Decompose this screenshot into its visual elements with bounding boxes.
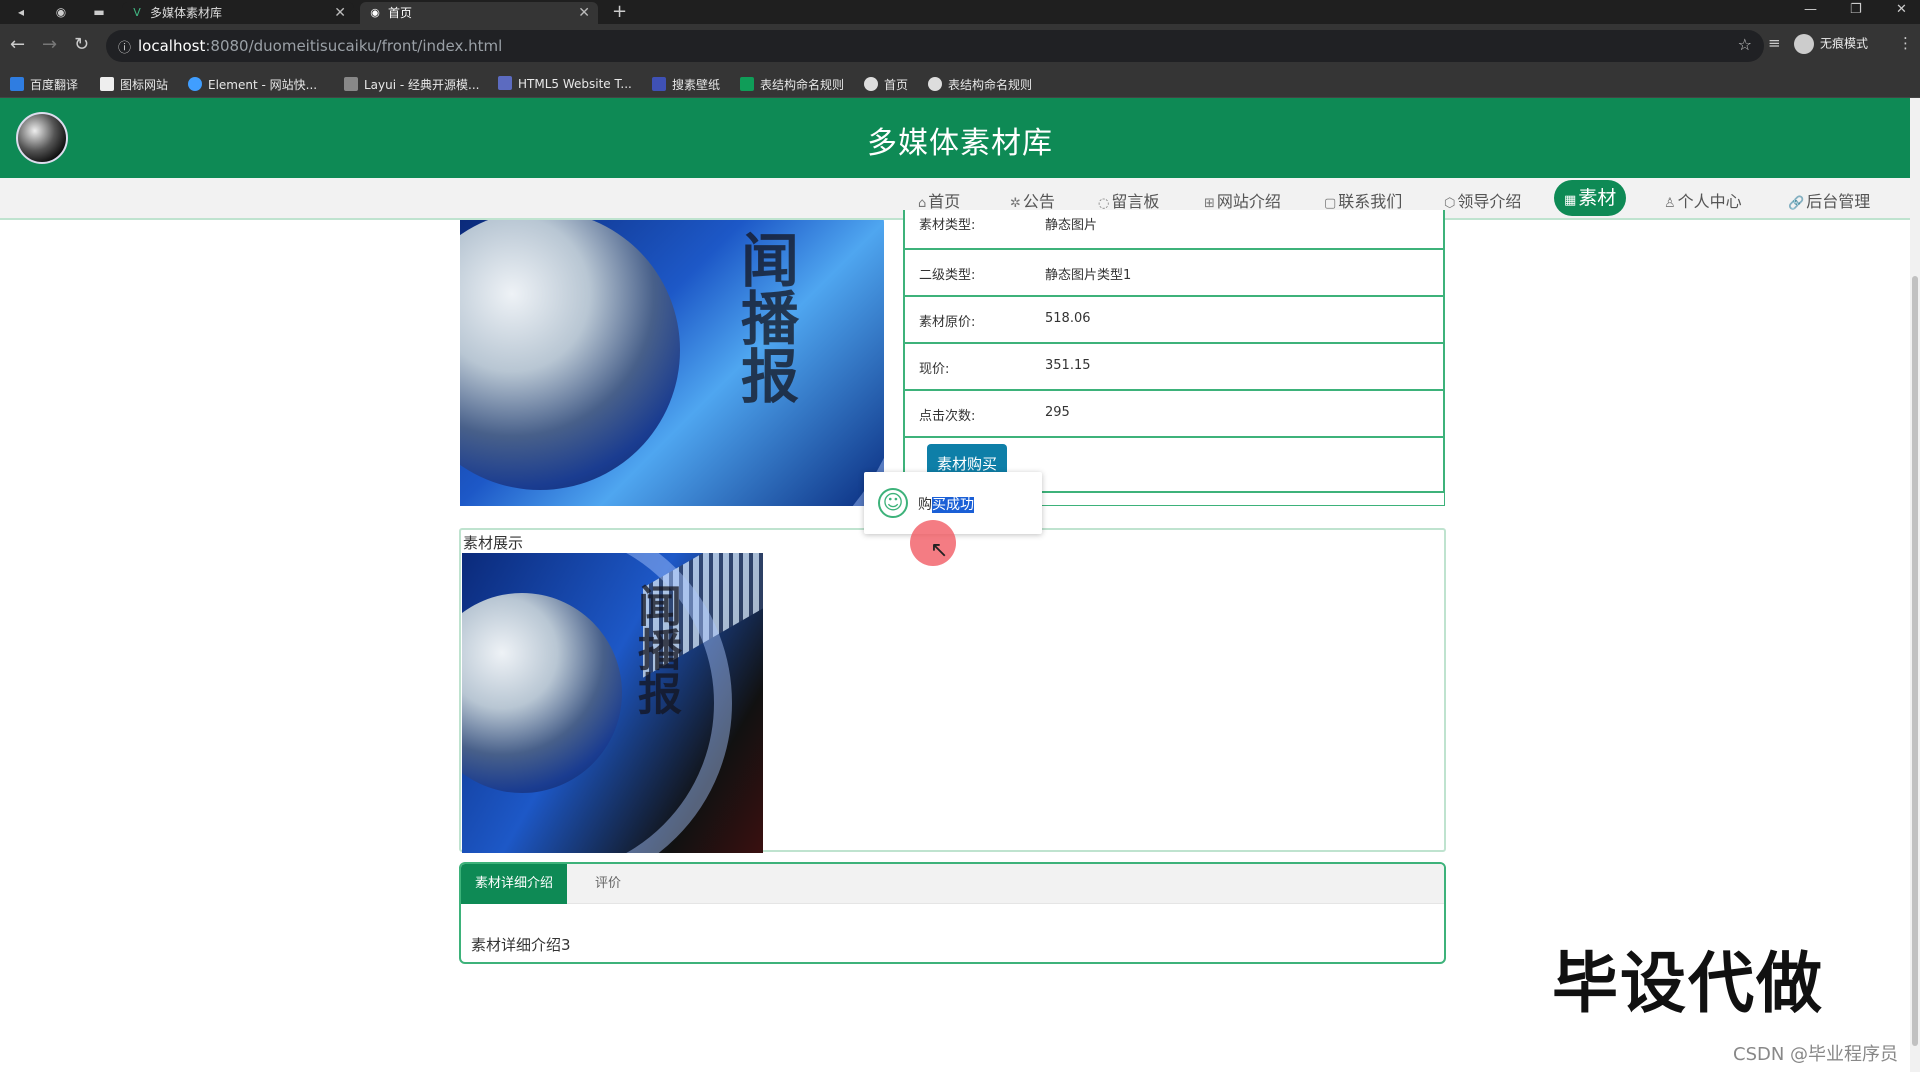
reading-list-icon[interactable]: ≡ [1768,34,1781,52]
message-icon: ◌ [1098,196,1110,211]
info-row: 素材原价: 518.06 [903,297,1445,344]
incognito-indicator[interactable]: 无痕模式 [1794,34,1868,54]
nav-personal-center[interactable]: ♙ 个人中心 [1664,188,1742,212]
bookmark-item[interactable]: HTML5 Website T... [498,76,632,91]
bookmarks-bar: 百度翻译 图标网站 Element - 网站快... Layui - 经典开源模… [0,68,1920,98]
nav-message-board[interactable]: ◌ 留言板 [1098,188,1159,212]
info-row: 点击次数: 295 [903,391,1445,438]
bookmark-item[interactable]: 图标网站 [100,76,168,93]
watermark-big: 毕设代做 [1552,945,1824,1022]
smile-icon: ☺ [878,488,908,518]
info-row: 二级类型: 静态图片类型1 [903,250,1445,297]
nav-home[interactable]: ⌂ 首页 [918,188,960,212]
reload-icon[interactable]: ↻ [74,34,89,55]
cube-icon: ⬡ [1444,196,1456,211]
info-row: 素材类型: 静态图片 [903,210,1445,250]
menu-icon[interactable]: ⋮ [1898,34,1913,52]
toast-message: 购买成功 [918,497,974,513]
user-icon: ♙ [1664,196,1676,211]
vue-icon: V [133,6,141,19]
showcase-thumbnail[interactable]: 闻播报 [462,553,763,853]
nav-site-intro[interactable]: ⊞ 网站介绍 [1204,188,1281,212]
nav-announcements[interactable]: ✲ 公告 [1010,188,1055,212]
contact-icon: ▢ [1324,196,1337,211]
globe-icon: ◉ [370,6,380,19]
bookmark-item[interactable]: Layui - 经典开源模... [344,76,479,93]
material-main-image: 闻播报 [460,220,884,506]
tab-material-detail[interactable]: 素材详细介绍 [461,864,568,904]
back-icon[interactable]: ← [10,34,25,55]
bookmark-item[interactable]: Element - 网站快... [188,76,317,93]
watermark-small: CSDN @毕业程序员 [1733,1044,1899,1065]
scrollbar-thumb[interactable] [1912,276,1918,1046]
window-icon[interactable]: ▬ [90,3,108,21]
browser-tab-strip: ◂ ◉ ▬ V 多媒体素材库 ✕ ◉ 首页 ✕ + — ❐ ✕ [0,0,1920,24]
grid-icon: ⊞ [1204,196,1215,211]
bookmark-item[interactable]: 表结构命名规则 [740,76,844,93]
bookmark-item[interactable]: 百度翻译 [10,76,78,93]
globe-icon[interactable]: ◉ [52,3,70,21]
url-text: localhost:8080/duomeitisucaiku/front/ind… [138,37,503,55]
bookmark-item[interactable]: 搜素壁纸 [652,76,720,93]
bookmark-item[interactable]: 首页 [864,76,908,93]
close-icon[interactable]: ✕ [578,2,590,24]
material-info-table: 素材类型: 静态图片 二级类型: 静态图片类型1 素材原价: 518.06 现价… [903,210,1445,493]
address-bar-row: ← → ↻ ⓘ localhost:8080/duomeitisucaiku/f… [0,24,1920,68]
info-icon[interactable]: ⓘ [118,37,131,56]
link-icon: 🔗 [1788,196,1805,211]
tabs-header: 素材详细介绍 评价 [461,864,1444,904]
tab-reviews[interactable]: 评价 [581,864,635,904]
material-showcase: 素材展示 闻播报 [459,528,1446,853]
page-scrollbar[interactable] [1910,98,1920,1072]
incognito-icon [1794,34,1814,54]
browser-tab-label: 首页 [388,6,413,20]
browser-tab-label: 多媒体素材库 [150,6,223,20]
nav-materials[interactable]: ▦ 素材 [1554,180,1627,216]
home-icon: ⌂ [918,196,927,211]
close-window-icon[interactable]: ✕ [1896,0,1907,20]
mouse-cursor-icon: ↖ [930,538,949,563]
bookmark-item[interactable]: 表结构命名规则 [928,76,1032,93]
new-tab-icon[interactable]: + [612,1,627,22]
minimize-icon[interactable]: — [1804,0,1817,20]
success-toast: ☺ 购买成功 [864,472,1042,534]
thumbnail-caption-text: 闻播报 [630,583,681,715]
browser-tab-materials[interactable]: V 多媒体素材库 ✕ [122,2,354,24]
showcase-label: 素材展示 [463,534,524,552]
nav-admin[interactable]: 🔗 后台管理 [1788,188,1870,212]
image-caption-text: 闻播报 [731,230,799,404]
info-row: 现价: 351.15 [903,344,1445,391]
url-field[interactable]: ⓘ localhost:8080/duomeitisucaiku/front/i… [106,30,1764,62]
forward-icon[interactable]: → [42,34,57,55]
detail-tabs-panel: 素材详细介绍 评价 素材详细介绍3 [459,862,1446,964]
browser-tab-home[interactable]: ◉ 首页 ✕ [360,2,598,24]
image-icon: ▦ [1564,193,1577,208]
sparkle-icon: ✲ [1010,196,1021,211]
site-title: 多媒体素材库 [867,126,1053,161]
restore-icon[interactable]: ❐ [1850,0,1862,20]
speaker-icon[interactable]: ◂ [12,3,30,21]
nav-contact[interactable]: ▢ 联系我们 [1324,188,1402,212]
nav-leaders[interactable]: ⬡ 领导介绍 [1444,188,1521,212]
site-header: 多媒体素材库 [0,98,1910,178]
close-icon[interactable]: ✕ [334,2,346,24]
detail-text: 素材详细介绍3 [471,936,571,954]
bookmark-star-icon[interactable]: ☆ [1738,35,1752,54]
